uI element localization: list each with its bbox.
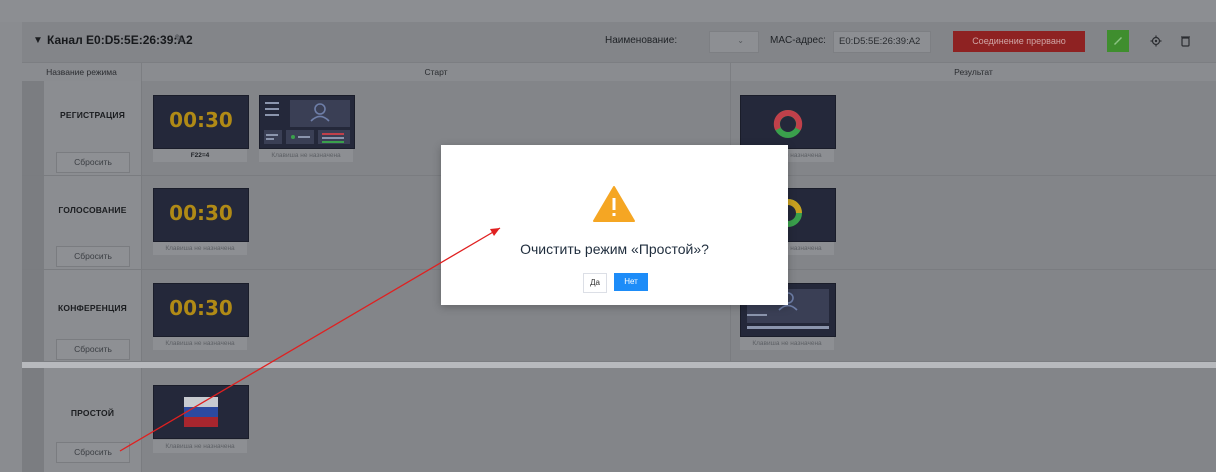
- result-chart-tile[interactable]: [740, 95, 836, 149]
- timer-value: 00:30: [169, 296, 233, 320]
- timer-value: 00:30: [169, 108, 233, 132]
- name-label: Наименование:: [605, 35, 678, 46]
- top-band: [0, 0, 1216, 22]
- flag-tile[interactable]: [153, 385, 249, 439]
- mode-row-simple: ПРОСТОЙ Сбросить Клавиша не назначена: [22, 368, 1216, 472]
- col-start: Старт: [424, 67, 448, 77]
- key-caption: F22=4: [153, 149, 247, 162]
- yes-button[interactable]: Да: [583, 273, 607, 293]
- row-stripe: [22, 368, 44, 472]
- connection-status-button[interactable]: Соединение прервано: [953, 31, 1085, 52]
- key-caption: Клавиша не назначена: [153, 337, 247, 350]
- table-header: Название режима Старт Результат: [22, 62, 1216, 82]
- mode-name: ПРОСТОЙ: [70, 408, 115, 418]
- confirm-dialog: Очистить режим «Простой»? Да Нет: [441, 145, 788, 305]
- mode-name-cell: ПРОСТОЙ Сбросить: [44, 368, 142, 472]
- warning-icon: [593, 186, 635, 222]
- key-caption: Клавиша не назначена: [153, 242, 247, 255]
- mac-field[interactable]: E0:D5:5E:26:39:A2: [833, 31, 931, 53]
- mode-name: РЕГИСТРАЦИЯ: [59, 110, 126, 120]
- key-caption: Клавиша не назначена: [740, 337, 834, 350]
- row-stripe: [22, 176, 44, 269]
- reset-button[interactable]: Сбросить: [56, 339, 130, 360]
- dialog-message: Очистить режим «Простой»?: [520, 241, 709, 257]
- brush-button[interactable]: [1107, 30, 1129, 52]
- gear-icon[interactable]: [1150, 35, 1162, 47]
- chevron-down-icon: ⌄: [737, 36, 744, 45]
- russian-flag-icon: [184, 397, 218, 427]
- timer-tile[interactable]: 00:30: [153, 95, 249, 149]
- channel-header: ▼ Канал E0:D5:5E:26:39:A2 ✎ Наименование…: [22, 22, 1216, 62]
- row-stripe: [22, 81, 44, 175]
- name-select[interactable]: ⌄: [709, 31, 759, 53]
- registration-screen-tile[interactable]: [259, 95, 355, 149]
- brush-icon: [1114, 37, 1122, 45]
- col-mode-name: Название режима: [46, 67, 117, 77]
- mode-name: ГОЛОСОВАНИЕ: [58, 205, 127, 215]
- channel-title: Канал E0:D5:5E:26:39:A2: [47, 33, 193, 47]
- key-caption: Клавиша не назначена: [259, 149, 353, 162]
- mac-label: MAC-адрес:: [770, 35, 826, 46]
- mode-name: КОНФЕРЕНЦИЯ: [58, 303, 127, 313]
- mode-name-cell: КОНФЕРЕНЦИЯ Сбросить: [44, 270, 142, 361]
- timer-tile[interactable]: 00:30: [153, 188, 249, 242]
- reset-button[interactable]: Сбросить: [56, 442, 130, 463]
- reset-button[interactable]: Сбросить: [56, 246, 130, 267]
- registration-layout-icon: [264, 100, 350, 144]
- edit-pencil-icon[interactable]: ✎: [174, 32, 184, 46]
- mode-name-cell: ГОЛОСОВАНИЕ Сбросить: [44, 176, 142, 269]
- collapse-caret-icon[interactable]: ▼: [33, 35, 43, 46]
- col-result: Результат: [954, 67, 993, 77]
- mode-name-cell: РЕГИСТРАЦИЯ Сбросить: [44, 81, 142, 175]
- page: ▼ Канал E0:D5:5E:26:39:A2 ✎ Наименование…: [0, 0, 1216, 472]
- row-stripe: [22, 270, 44, 361]
- reset-button[interactable]: Сбросить: [56, 152, 130, 173]
- timer-value: 00:30: [169, 201, 233, 225]
- donut-chart-icon: [773, 110, 803, 138]
- trash-icon[interactable]: [1180, 35, 1191, 47]
- timer-tile[interactable]: 00:30: [153, 283, 249, 337]
- no-button[interactable]: Нет: [614, 273, 648, 291]
- key-caption: Клавиша не назначена: [153, 440, 247, 453]
